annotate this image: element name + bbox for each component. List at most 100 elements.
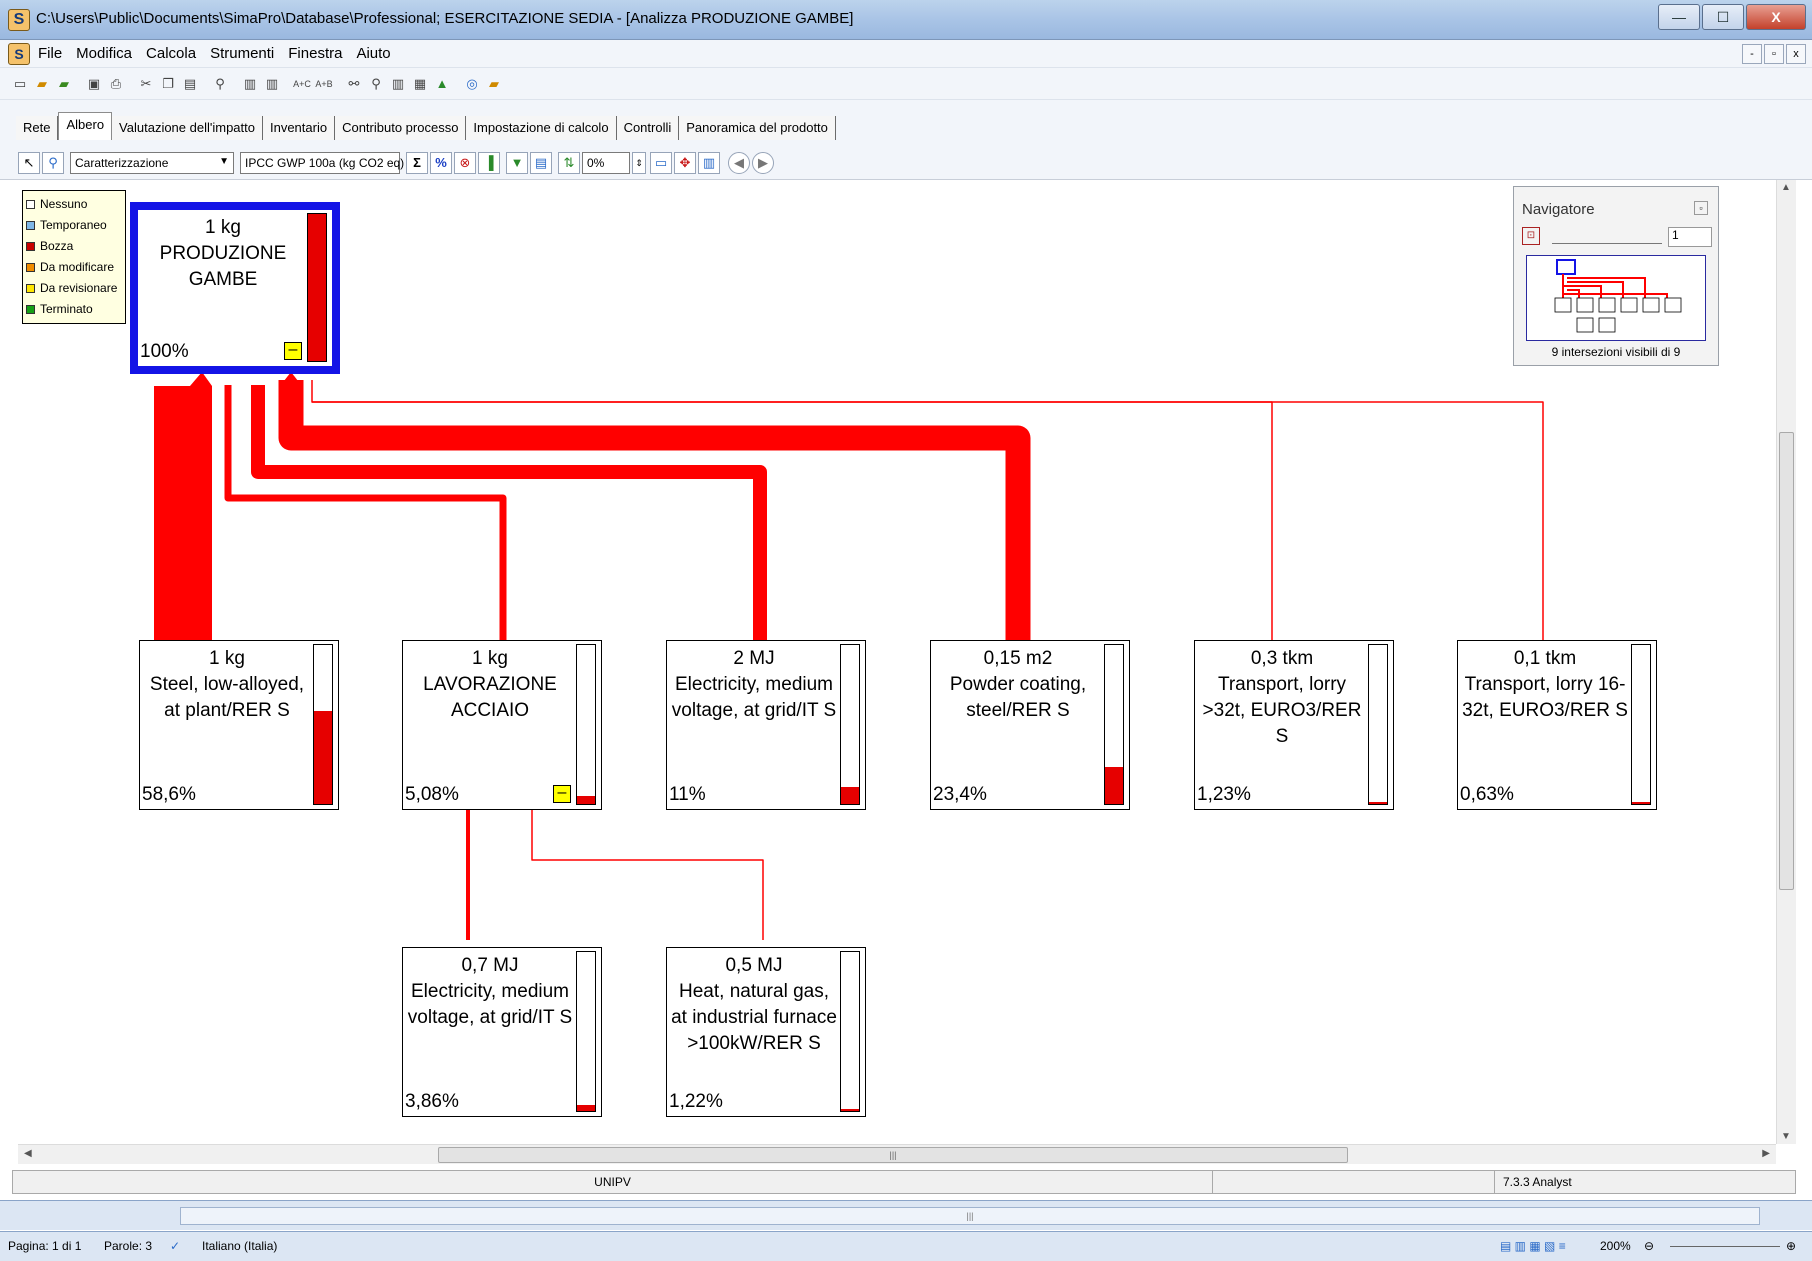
root-process-node[interactable]: 1 kg PRODUZIONE GAMBE 100% –: [130, 202, 340, 374]
proofing-icon[interactable]: ✓: [170, 1239, 180, 1253]
copy-icon[interactable]: ❐: [158, 74, 178, 94]
process-node-powder-coating[interactable]: 0,15 m2 Powder coating, steel/RER S 23,4…: [930, 640, 1130, 810]
tab-panoramica-prodotto[interactable]: Panoramica del prodotto: [679, 116, 836, 140]
menu-aiuto[interactable]: Aiuto: [356, 45, 390, 62]
globe-icon[interactable]: ◎: [462, 74, 482, 94]
scroll-left-icon[interactable]: ◀: [24, 1148, 32, 1159]
network-icon[interactable]: ⚯: [344, 74, 364, 94]
open-library-icon[interactable]: ▰: [54, 74, 74, 94]
move-icon[interactable]: ✥: [674, 152, 696, 174]
menu-calcola[interactable]: Calcola: [146, 45, 196, 62]
target-icon[interactable]: ⊗: [454, 152, 476, 174]
process-tree-canvas[interactable]: Nessuno Temporaneo Bozza Da modificare D…: [18, 180, 1776, 1144]
table-icon[interactable]: ▤: [530, 152, 552, 174]
navigator-panel[interactable]: Navigatore ▫ ⊡ 1 9 intersezioni visibili…: [1513, 186, 1719, 366]
tab-contributo-processo[interactable]: Contributo processo: [335, 116, 467, 140]
zoom-out-icon[interactable]: ⊖: [1644, 1239, 1654, 1253]
tab-valutazione-impatto[interactable]: Valutazione dell'impatto: [112, 116, 263, 140]
process-node-lavorazione-acciaio[interactable]: 1 kg LAVORAZIONE ACCIAIO 5,08% –: [402, 640, 602, 810]
tab-impostazione-calcolo[interactable]: Impostazione di calcolo: [466, 116, 617, 140]
maximize-button[interactable]: ☐: [1702, 4, 1744, 30]
pointer-tool-icon[interactable]: ↖: [18, 152, 40, 174]
bar-fill: [1369, 802, 1387, 804]
process-name: Heat, natural gas, at industrial furnace…: [671, 981, 837, 1054]
scroll-up-icon[interactable]: ▲: [1781, 182, 1791, 193]
vertical-scroll-thumb[interactable]: [1779, 432, 1794, 890]
document-horizontal-scrollbar[interactable]: |||: [0, 1200, 1812, 1230]
print-icon[interactable]: ⎙: [106, 74, 126, 94]
back-icon[interactable]: ◀: [728, 152, 750, 174]
minimize-button[interactable]: —: [1658, 4, 1700, 30]
scroll-down-icon[interactable]: ▼: [1781, 1131, 1791, 1142]
zoom-level[interactable]: 200%: [1600, 1239, 1631, 1253]
process-node-electricity[interactable]: 2 MJ Electricity, medium voltage, at gri…: [666, 640, 866, 810]
save-icon[interactable]: ▣: [84, 74, 104, 94]
monte-carlo-icon[interactable]: ▲: [432, 74, 452, 94]
sum-button[interactable]: Σ: [406, 152, 428, 174]
folder-icon[interactable]: ▰: [484, 74, 504, 94]
paste-icon[interactable]: ▤: [180, 74, 200, 94]
process-node-transport-32t[interactable]: 0,3 tkm Transport, lorry >32t, EURO3/RER…: [1194, 640, 1394, 810]
cutoff-input[interactable]: 0%: [582, 152, 630, 174]
percent-button[interactable]: %: [430, 152, 452, 174]
horizontal-scrollbar[interactable]: ◀ ||| ▶: [18, 1144, 1776, 1164]
export-icon[interactable]: ▥: [262, 74, 282, 94]
find-icon[interactable]: ⚲: [210, 74, 230, 94]
window-icon[interactable]: ▭: [650, 152, 672, 174]
bar-chart-icon[interactable]: ▥: [388, 74, 408, 94]
horizontal-scroll-thumb[interactable]: |||: [438, 1147, 1348, 1163]
mdi-restore-button[interactable]: ▫: [1764, 44, 1784, 64]
compare-icon[interactable]: A+B: [314, 74, 334, 94]
tab-albero[interactable]: Albero: [58, 112, 113, 140]
calculate-icon[interactable]: A+C: [292, 74, 312, 94]
new-icon[interactable]: ▭: [10, 74, 30, 94]
open-icon[interactable]: ▰: [32, 74, 52, 94]
process-percent: 0,63%: [1460, 784, 1514, 805]
process-node-steel[interactable]: 1 kg Steel, low-alloyed, at plant/RER S …: [139, 640, 339, 810]
process-node-sub-heat[interactable]: 0,5 MJ Heat, natural gas, at industrial …: [666, 947, 866, 1117]
zoom-in-icon[interactable]: ⊕: [1786, 1239, 1796, 1253]
menu-finestra[interactable]: Finestra: [288, 45, 342, 62]
scroll-right-icon[interactable]: ▶: [1762, 1148, 1770, 1159]
menu-modifica[interactable]: Modifica: [76, 45, 132, 62]
tab-inventario[interactable]: Inventario: [262, 116, 336, 140]
forward-icon[interactable]: ▶: [752, 152, 774, 174]
tab-controlli[interactable]: Controlli: [616, 116, 680, 140]
columns-icon[interactable]: ▥: [698, 152, 720, 174]
word-count[interactable]: Parole: 3: [104, 1239, 152, 1253]
cutoff-spinner[interactable]: ⇕: [632, 152, 646, 174]
filter-icon[interactable]: ▼: [506, 152, 528, 174]
close-button[interactable]: X: [1746, 4, 1806, 30]
zoom-tool-icon[interactable]: ⚲: [42, 152, 64, 174]
tab-rete[interactable]: Rete: [16, 116, 59, 140]
legend-swatch: [26, 305, 35, 314]
process-node-transport-16-32t[interactable]: 0,1 tkm Transport, lorry 16-32t, EURO3/R…: [1457, 640, 1657, 810]
chart-icon[interactable]: ▐: [478, 152, 500, 174]
collapse-toggle-icon[interactable]: –: [284, 342, 302, 360]
view-layouts-icon[interactable]: ▤ ▥ ▦ ▧ ≡: [1500, 1239, 1566, 1253]
zoom-input[interactable]: 1: [1668, 227, 1712, 247]
language-indicator[interactable]: Italiano (Italia): [202, 1239, 277, 1253]
menu-file[interactable]: File: [38, 45, 62, 62]
cut-icon[interactable]: ✂: [136, 74, 156, 94]
process-label: 1 kg Steel, low-alloyed, at plant/RER S: [142, 646, 312, 724]
fit-to-window-icon[interactable]: ⊡: [1522, 227, 1540, 245]
document-scroll-thumb[interactable]: |||: [180, 1207, 1760, 1225]
navigator-close-icon[interactable]: ▫: [1694, 201, 1708, 215]
import-icon[interactable]: ▥: [240, 74, 260, 94]
tree-icon[interactable]: ⚲: [366, 74, 386, 94]
zoom-slider-track[interactable]: [1670, 1246, 1780, 1247]
mdi-minimize-button[interactable]: -: [1742, 44, 1762, 64]
vertical-scrollbar[interactable]: ▲ ▼: [1776, 180, 1796, 1144]
collapse-toggle-icon[interactable]: –: [553, 785, 571, 803]
method-select[interactable]: IPCC GWP 100a (kg CO2 eq): [240, 152, 404, 174]
zoom-slider[interactable]: [1552, 230, 1662, 244]
page-count[interactable]: Pagina: 1 di 1: [8, 1239, 81, 1253]
navigator-preview[interactable]: [1526, 255, 1706, 341]
process-node-sub-electricity[interactable]: 0,7 MJ Electricity, medium voltage, at g…: [402, 947, 602, 1117]
mdi-close-button[interactable]: x: [1786, 44, 1806, 64]
mode-select[interactable]: Caratterizzazione ▼: [70, 152, 234, 174]
bars-icon[interactable]: ▦: [410, 74, 430, 94]
cutoff-icon[interactable]: ⇅: [558, 152, 580, 174]
menu-strumenti[interactable]: Strumenti: [210, 45, 274, 62]
